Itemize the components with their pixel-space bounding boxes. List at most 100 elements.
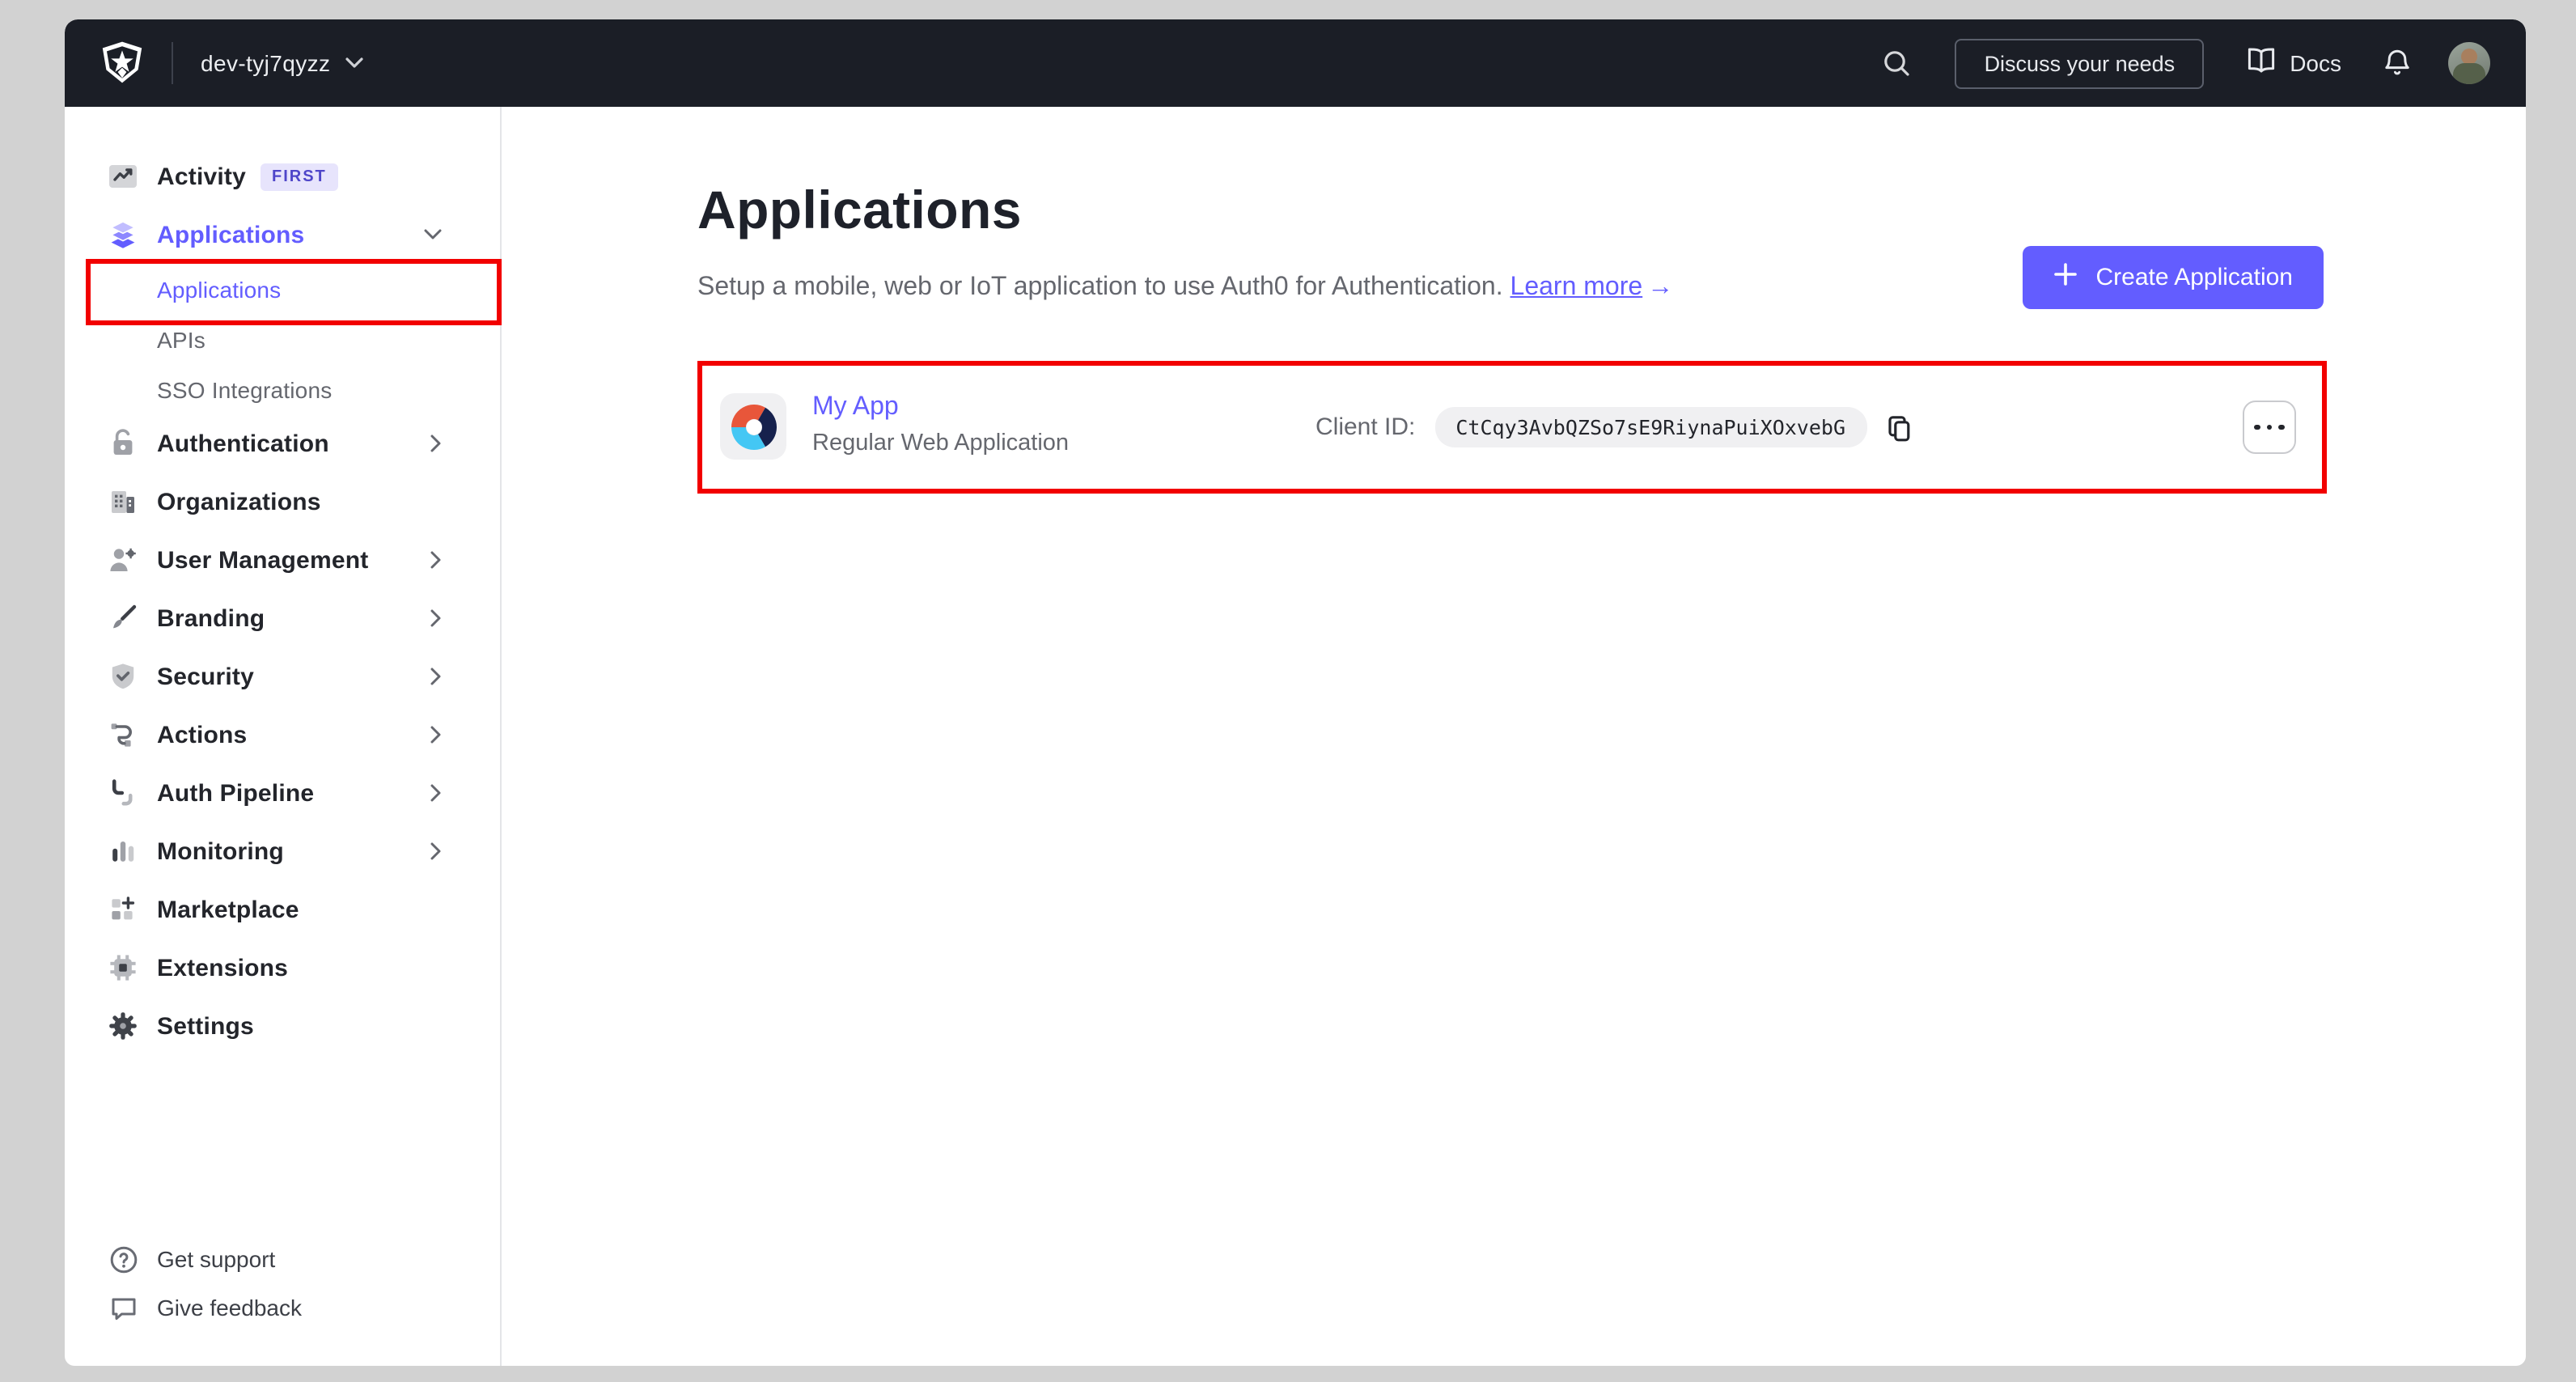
docs-link[interactable]: Docs (2246, 47, 2341, 79)
give-feedback-label: Give feedback (157, 1295, 302, 1321)
user-avatar[interactable] (2448, 42, 2490, 84)
auth0-dashboard: dev-tyj7qyzz Discuss your needs Docs Act… (0, 0, 2576, 1382)
sidebar-item-label: Activity (157, 163, 246, 190)
first-badge: FIRST (261, 163, 338, 190)
flow-icon (107, 719, 139, 751)
marketplace-grid-plus-icon (107, 893, 139, 926)
get-support-label: Get support (157, 1246, 276, 1272)
sidebar-subitem-label: SSO Integrations (157, 376, 333, 402)
give-feedback-link[interactable]: Give feedback (65, 1283, 500, 1332)
learn-more-arrow-icon: → (1647, 273, 1674, 301)
user-gear-icon (107, 544, 139, 576)
sidebar-subitem-label: Applications (157, 276, 282, 302)
sidebar-item-label: Branding (157, 604, 265, 632)
sidebar-item-label: Marketplace (157, 896, 299, 923)
create-application-button[interactable]: Create Application (2023, 246, 2324, 309)
applications-layers-icon (107, 218, 139, 251)
sidebar-item-security[interactable]: Security (65, 647, 500, 706)
ellipsis-dot (2266, 424, 2273, 430)
sidebar-item-actions[interactable]: Actions (65, 706, 500, 764)
client-id-value: CtCqy3AvbQZSo7sE9RiynaPuiXOxvebG (1434, 407, 1867, 447)
sidebar-item-label: Security (157, 663, 254, 690)
application-row[interactable]: My App Regular Web Application Client ID… (697, 361, 2327, 494)
chevron-right-icon (430, 668, 442, 685)
tenant-switcher[interactable]: dev-tyj7qyzz (201, 49, 364, 78)
gear-icon (107, 1010, 139, 1042)
discuss-your-needs-button[interactable]: Discuss your needs (1955, 38, 2205, 88)
book-icon (2246, 47, 2277, 79)
application-logo-icon (720, 393, 786, 460)
sidebar-subitem-label: APIs (157, 326, 205, 352)
sidebar-item-label: Organizations (157, 488, 321, 515)
sidebar-item-label: Extensions (157, 954, 289, 981)
ellipsis-dot (2254, 424, 2260, 430)
header-actions: Discuss your needs Docs (1881, 38, 2490, 88)
pipeline-icon (107, 777, 139, 809)
sidebar-item-label: Monitoring (157, 837, 284, 865)
main-content: Applications Setup a mobile, web or IoT … (502, 107, 2526, 1366)
chevron-right-icon (430, 609, 442, 627)
docs-label: Docs (2290, 50, 2341, 76)
notifications-bell-icon[interactable] (2382, 47, 2413, 79)
shield-check-icon (107, 660, 139, 693)
ellipsis-dot (2278, 424, 2285, 430)
chip-icon (107, 952, 139, 984)
sidebar-item-label: User Management (157, 546, 369, 574)
sidebar-subitem-apis[interactable]: APIs (65, 314, 500, 364)
sidebar-item-branding[interactable]: Branding (65, 589, 500, 647)
feedback-bubble-icon (107, 1291, 139, 1324)
chevron-down-icon (345, 49, 364, 78)
chevron-down-icon (424, 229, 442, 240)
page-frame: dev-tyj7qyzz Discuss your needs Docs Act… (65, 19, 2526, 1366)
sidebar-subitem-applications[interactable]: Applications (65, 264, 500, 314)
chevron-right-icon (430, 551, 442, 569)
sidebar-item-marketplace[interactable]: Marketplace (65, 880, 500, 939)
row-more-actions-button[interactable] (2243, 401, 2296, 454)
sidebar-item-monitoring[interactable]: Monitoring (65, 822, 500, 880)
sidebar-item-auth-pipeline[interactable]: Auth Pipeline (65, 764, 500, 822)
sidebar-item-organizations[interactable]: Organizations (65, 473, 500, 531)
chevron-right-icon (430, 842, 442, 860)
tenant-name: dev-tyj7qyzz (201, 50, 331, 76)
client-id-label: Client ID: (1316, 413, 1416, 441)
client-id-group: Client ID: CtCqy3AvbQZSo7sE9RiynaPuiXOxv… (1316, 407, 1913, 447)
sidebar-nav: Activity FIRST Applications Applications (65, 107, 502, 1366)
application-type: Regular Web Application (812, 430, 1070, 456)
sidebar-item-extensions[interactable]: Extensions (65, 939, 500, 997)
logo-tenant-group: dev-tyj7qyzz (100, 40, 364, 87)
page-title: Applications (697, 180, 1022, 240)
application-names: My App Regular Web Application (812, 392, 1069, 460)
sidebar-item-label: Applications (157, 221, 305, 248)
search-icon[interactable] (1881, 47, 1913, 79)
sidebar-item-label: Settings (157, 1012, 254, 1040)
learn-more-link[interactable]: Learn more (1510, 273, 1643, 301)
auth0-logo-icon[interactable] (100, 40, 144, 87)
chevron-right-icon (430, 784, 442, 802)
chevron-right-icon (430, 435, 442, 452)
sidebar-item-settings[interactable]: Settings (65, 997, 500, 1055)
sidebar-item-applications[interactable]: Applications (65, 206, 500, 264)
copy-icon[interactable] (1883, 411, 1913, 443)
sidebar-item-label: Actions (157, 721, 248, 748)
subtitle-text: Setup a mobile, web or IoT application t… (697, 273, 1503, 301)
top-header-bar: dev-tyj7qyzz Discuss your needs Docs (65, 19, 2526, 107)
create-application-label: Create Application (2095, 264, 2294, 291)
get-support-link[interactable]: Get support (65, 1235, 500, 1283)
sidebar-item-activity[interactable]: Activity FIRST (65, 147, 500, 206)
plus-icon (2054, 262, 2078, 293)
padlock-icon (107, 427, 139, 460)
paintbrush-icon (107, 602, 139, 634)
sidebar-footer: Get support Give feedback (65, 1235, 500, 1332)
main-column: Applications Setup a mobile, web or IoT … (697, 178, 2327, 494)
bar-chart-icon (107, 835, 139, 867)
application-name-link[interactable]: My App (812, 392, 1069, 424)
header-divider (172, 42, 173, 84)
sidebar-item-authentication[interactable]: Authentication (65, 414, 500, 473)
activity-icon (107, 160, 139, 193)
sidebar-subitem-sso-integrations[interactable]: SSO Integrations (65, 364, 500, 414)
sidebar-item-user-management[interactable]: User Management (65, 531, 500, 589)
help-circle-icon (107, 1243, 139, 1275)
body-row: Activity FIRST Applications Applications (65, 107, 2526, 1366)
sidebar-item-label: Auth Pipeline (157, 779, 315, 807)
sidebar-item-label: Authentication (157, 430, 329, 457)
